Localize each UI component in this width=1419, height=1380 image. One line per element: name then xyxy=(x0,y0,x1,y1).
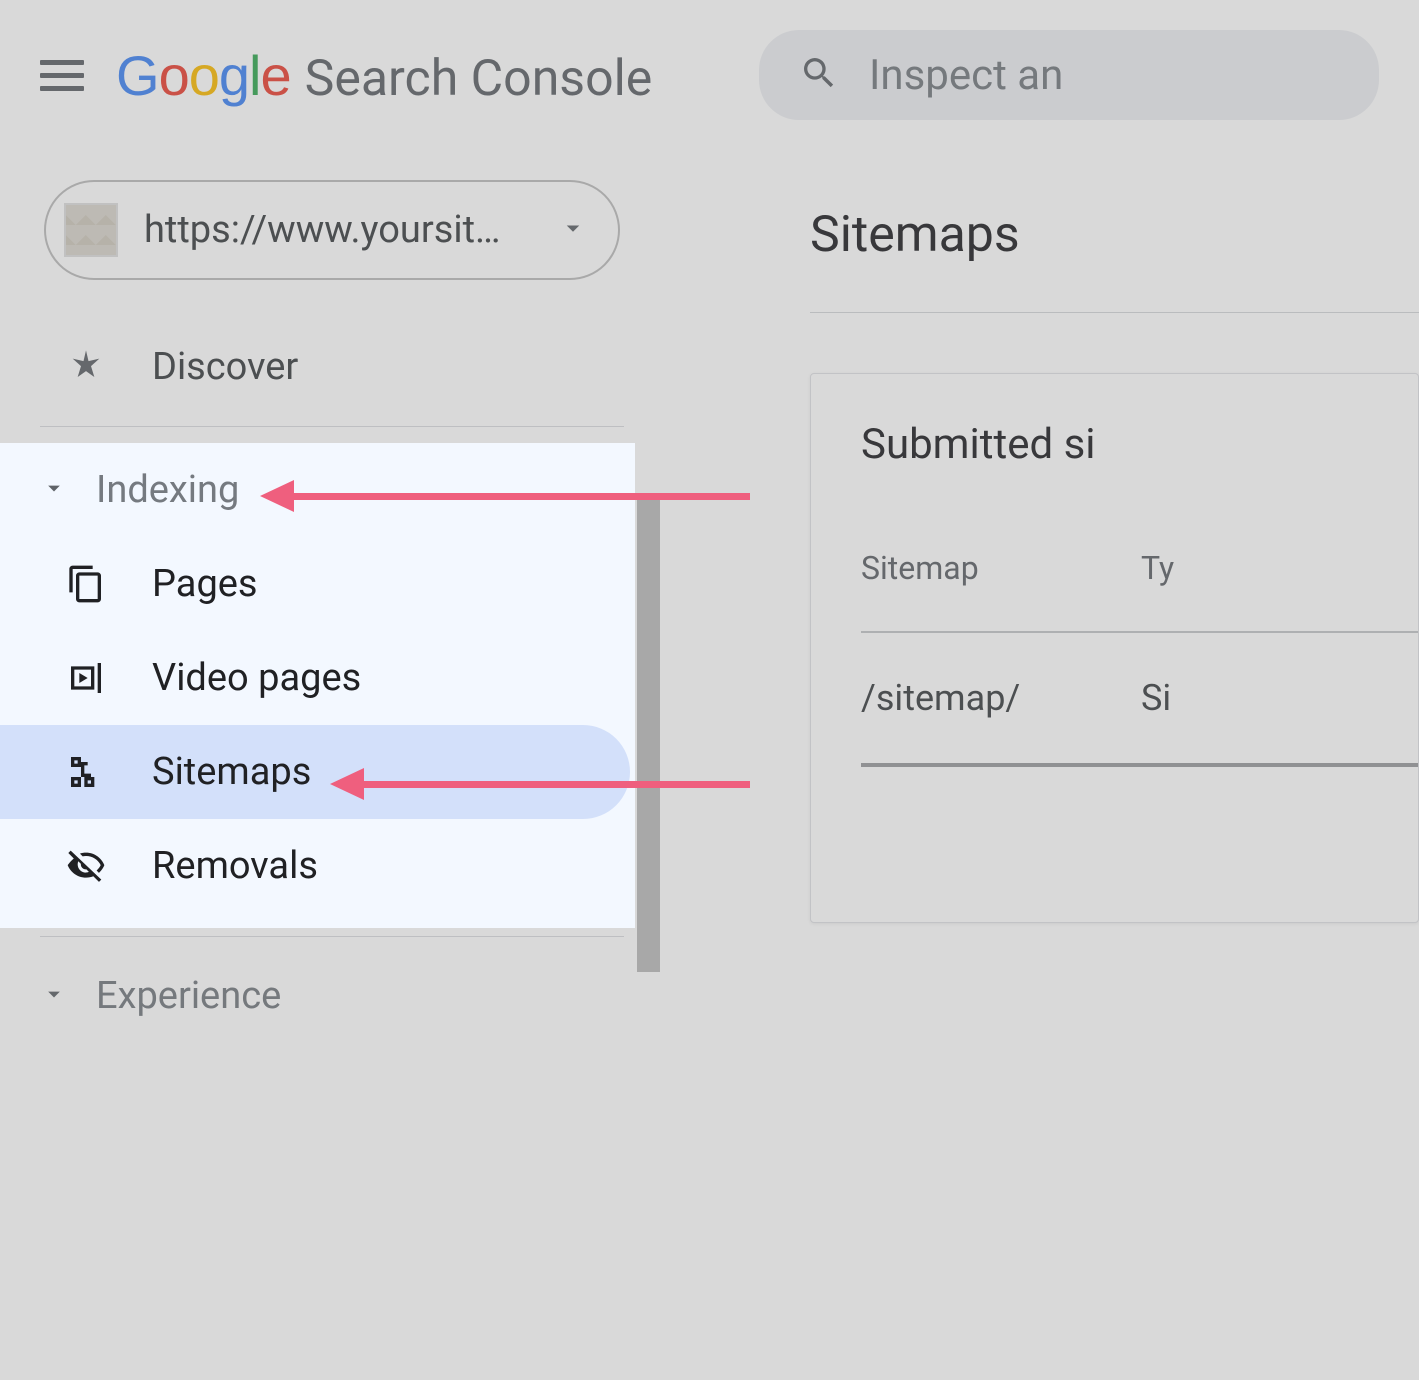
divider xyxy=(40,426,624,427)
submitted-sitemaps-card: Submitted si Sitemap Ty /sitemap/ Si xyxy=(810,373,1419,923)
sidebar-item-label: Sitemaps xyxy=(152,750,311,794)
column-header-type: Ty xyxy=(1141,549,1174,587)
asterisk-icon xyxy=(64,347,108,387)
sidebar-section-indexing[interactable]: Indexing xyxy=(0,443,660,537)
column-header-sitemap: Sitemap xyxy=(861,549,1041,587)
product-logo: Google Search Console xyxy=(116,43,652,108)
sidebar-section-experience[interactable]: Experience xyxy=(0,949,660,1043)
divider xyxy=(40,936,624,937)
caret-down-icon xyxy=(40,980,68,1012)
property-selector[interactable]: https://www.yoursit… xyxy=(44,180,620,280)
table-row[interactable]: /sitemap/ Si xyxy=(861,633,1418,767)
sidebar-item-label: Discover xyxy=(152,345,298,389)
caret-down-icon xyxy=(40,474,68,506)
google-logo: Google xyxy=(116,43,291,108)
cell-sitemap: /sitemap/ xyxy=(861,677,1041,719)
sitemap-icon xyxy=(64,752,108,792)
hamburger-menu-button[interactable] xyxy=(40,51,88,99)
cell-type: Si xyxy=(1141,677,1171,719)
property-url: https://www.yoursit… xyxy=(144,208,532,252)
section-title: Experience xyxy=(96,974,281,1018)
highlighted-section: Indexing Pages Video pages Sitemaps Remo… xyxy=(0,443,660,913)
search-placeholder: Inspect an xyxy=(869,51,1063,100)
card-title: Submitted si xyxy=(861,420,1418,469)
sidebar-item-label: Pages xyxy=(152,562,258,606)
section-title: Indexing xyxy=(96,468,239,512)
sidebar-item-discover[interactable]: Discover xyxy=(0,320,630,414)
product-name: Search Console xyxy=(305,50,653,108)
main-content: Sitemaps Submitted si Sitemap Ty /sitema… xyxy=(660,150,1419,1380)
video-icon xyxy=(64,658,108,698)
sidebar-item-removals[interactable]: Removals xyxy=(0,819,630,913)
caret-down-icon xyxy=(558,213,588,247)
sidebar-item-label: Video pages xyxy=(152,656,361,700)
sidebar-item-pages[interactable]: Pages xyxy=(0,537,630,631)
url-inspect-search[interactable]: Inspect an xyxy=(759,30,1379,120)
sidebar-item-video-pages[interactable]: Video pages xyxy=(0,631,630,725)
search-icon xyxy=(799,53,839,97)
app-header: Google Search Console Inspect an xyxy=(0,0,1419,150)
page-title: Sitemaps xyxy=(810,206,1419,264)
sidebar-item-sitemaps[interactable]: Sitemaps xyxy=(0,725,630,819)
visibility-off-icon xyxy=(64,846,108,886)
sidebar-item-label: Removals xyxy=(152,844,318,888)
pages-icon xyxy=(64,564,108,604)
scrollbar-thumb[interactable] xyxy=(637,498,660,972)
divider xyxy=(810,312,1419,313)
property-thumbnail xyxy=(64,203,118,257)
table-header-row: Sitemap Ty xyxy=(861,549,1418,633)
